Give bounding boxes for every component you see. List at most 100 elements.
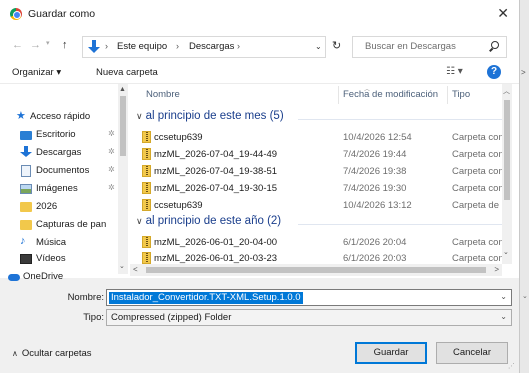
nav-item-label: Vídeos: [36, 253, 66, 264]
save-button[interactable]: Guardar: [355, 342, 427, 364]
column-header-date[interactable]: Fecha de modificación: [343, 89, 438, 100]
file-row[interactable]: mzML_2026-07-04_19-30-15 7/4/2026 19:30 …: [130, 180, 509, 197]
resize-grip-icon[interactable]: ⋰: [508, 362, 515, 370]
nav-item-imagenes[interactable]: Imágenes ✲: [16, 180, 126, 198]
scrollbar-thumb[interactable]: [504, 100, 510, 200]
scroll-down-icon[interactable]: ⌄: [119, 262, 125, 270]
nav-item-label: Documentos: [36, 165, 90, 176]
scroll-right-icon[interactable]: >: [494, 265, 499, 274]
file-type: Carpeta com: [452, 132, 507, 143]
help-icon[interactable]: ?: [487, 65, 501, 79]
scrollbar-thumb[interactable]: [120, 96, 126, 156]
folder-icon: [20, 220, 32, 230]
search-icon[interactable]: [489, 41, 500, 52]
pin-icon: ✲: [108, 129, 115, 138]
file-type: Carpeta com: [452, 166, 507, 177]
hide-folders-label: Ocultar carpetas: [21, 348, 92, 359]
folder-icon: [20, 202, 32, 212]
nav-item-label: Descargas: [36, 147, 82, 158]
file-date: 6/1/2026 20:04: [343, 237, 407, 248]
file-row[interactable]: mzML_2026-07-04_19-38-51 7/4/2026 19:38 …: [130, 163, 509, 180]
nav-item-onedrive[interactable]: OneDrive: [8, 268, 118, 286]
desktop-icon: [20, 131, 32, 140]
address-bar[interactable]: › Este equipo › Descargas › ⌄: [82, 36, 326, 58]
command-bar: Organizar ▾ Nueva carpeta ☷ ▾ ?: [0, 62, 519, 84]
nav-item-documentos[interactable]: Documentos ✲: [16, 162, 126, 180]
file-type-select[interactable]: Compressed (zipped) Folder ⌄: [106, 309, 512, 326]
pin-icon: ✲: [108, 165, 115, 174]
file-date: 7/4/2026 19:30: [343, 183, 407, 194]
nav-item-acceso-rapido[interactable]: ★ Acceso rápido: [16, 108, 126, 126]
scrollbar-thumb[interactable]: [146, 267, 486, 273]
file-type: Carpeta com: [452, 253, 507, 264]
file-name: mzML_2026-07-04_19-38-51: [154, 166, 278, 177]
nav-item-videos[interactable]: Vídeos: [16, 250, 126, 264]
group-header[interactable]: ∨ al principio de este mes (5): [136, 110, 284, 122]
filename-field[interactable]: Instalador_Convertidor.TXT-XML.Setup.1.0…: [106, 289, 512, 306]
group-divider: [298, 224, 503, 225]
chevron-up-icon: ∧: [12, 349, 18, 358]
address-history-chevron-icon[interactable]: ⌄: [315, 42, 322, 51]
scroll-left-icon[interactable]: <: [133, 265, 138, 274]
nav-item-escritorio[interactable]: Escritorio ✲: [16, 126, 126, 144]
column-header-type[interactable]: Tipo: [452, 89, 470, 100]
scroll-down-icon[interactable]: ⌄: [503, 248, 509, 256]
address-row: ← → ▾ ↑ › Este equipo › Descargas › ⌄ ↻ …: [0, 28, 519, 62]
download-icon: [20, 146, 32, 158]
type-label: Tipo:: [83, 312, 104, 323]
refresh-button[interactable]: ↻: [332, 39, 341, 52]
chevron-down-icon[interactable]: ⌄: [500, 292, 507, 301]
zip-folder-icon: [142, 131, 151, 143]
navigation-pane: ★ Acceso rápido Escritorio ✲ Descargas ✲…: [16, 84, 126, 264]
cloud-icon: [8, 274, 20, 281]
file-name: mzML_2026-07-04_19-30-15: [154, 183, 278, 194]
file-type: Carpeta com: [452, 237, 507, 248]
nav-item-label: Capturas de pan: [36, 219, 107, 230]
group-label: al principio de este año (2): [145, 215, 282, 227]
breadcrumb-separator: ›: [105, 41, 108, 51]
scroll-up-icon[interactable]: ︿: [503, 86, 510, 96]
breadcrumb-descargas[interactable]: Descargas: [189, 41, 234, 52]
file-name: mzML_2026-06-01_20-04-00: [154, 237, 278, 248]
zip-folder-icon: [142, 182, 151, 194]
filename-value: Instalador_Convertidor.TXT-XML.Setup.1.0…: [109, 292, 303, 304]
file-row[interactable]: ccsetup639 10/4/2026 12:54 Carpeta com: [130, 129, 509, 146]
browser-area: ★ Acceso rápido Escritorio ✲ Descargas ✲…: [0, 84, 519, 282]
chevron-down-icon: ∨: [136, 111, 143, 121]
file-type: Carpeta com: [452, 183, 507, 194]
chevron-down-icon[interactable]: ⌄: [500, 312, 507, 321]
zip-folder-icon: [142, 236, 151, 248]
file-list-horizontal-scrollbar[interactable]: < >: [130, 264, 502, 276]
breadcrumb-este-equipo[interactable]: Este equipo: [117, 41, 167, 52]
close-button[interactable]: ✕: [497, 5, 509, 22]
up-button[interactable]: ↑: [62, 39, 68, 51]
nav-pane-scrollbar[interactable]: ▲ ⌄: [118, 84, 128, 274]
nav-item-2026[interactable]: 2026: [16, 198, 126, 216]
new-folder-button[interactable]: Nueva carpeta: [96, 67, 158, 78]
organize-menu[interactable]: Organizar ▾: [12, 67, 61, 78]
file-row[interactable]: mzML_2026-07-04_19-44-49 7/4/2026 19:44 …: [130, 146, 509, 163]
view-options-icon[interactable]: ☷ ▾: [446, 66, 463, 77]
file-name: mzML_2026-06-01_20-03-23: [154, 253, 278, 264]
file-list: ︿ Nombre Fecha de modificación Tipo ∨ al …: [130, 84, 509, 278]
file-list-scrollbar[interactable]: ︿ ⌄: [502, 84, 512, 264]
file-date: 7/4/2026 19:38: [343, 166, 407, 177]
nav-item-capturas[interactable]: Capturas de pan: [16, 216, 126, 234]
video-icon: [20, 254, 32, 264]
column-header-name[interactable]: Nombre: [146, 89, 180, 100]
column-divider[interactable]: [338, 86, 339, 104]
recent-locations-chevron-icon[interactable]: ▾: [46, 39, 50, 47]
group-header[interactable]: ∨ al principio de este año (2): [136, 215, 281, 227]
chevron-down-icon: ⌄: [522, 293, 528, 300]
nav-item-descargas[interactable]: Descargas ✲: [16, 144, 126, 162]
cancel-button[interactable]: Cancelar: [436, 342, 508, 364]
star-icon: ★: [16, 110, 26, 122]
file-row[interactable]: mzML_2026-06-01_20-04-00 6/1/2026 20:04 …: [130, 234, 509, 251]
back-button[interactable]: ←: [12, 39, 23, 51]
forward-button[interactable]: →: [30, 39, 41, 51]
column-divider[interactable]: [447, 86, 448, 104]
scroll-up-icon[interactable]: ▲: [119, 86, 126, 93]
hide-folders-toggle[interactable]: ∧ Ocultar carpetas: [12, 348, 92, 359]
file-row[interactable]: ccsetup639 10/4/2026 13:12 Carpeta de ar: [130, 197, 509, 214]
search-box[interactable]: Buscar en Descargas: [352, 36, 507, 58]
